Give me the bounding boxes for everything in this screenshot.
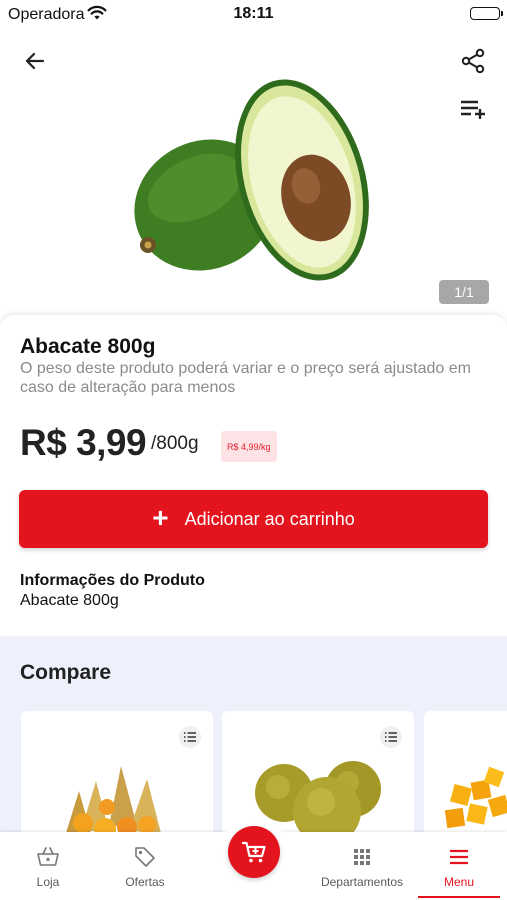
grid-icon (352, 844, 372, 870)
nav-loja[interactable]: Loja (12, 832, 84, 900)
product-title: Abacate 800g (20, 335, 156, 358)
clock: 18:11 (233, 5, 274, 22)
nav-menu-label: Menu (443, 875, 475, 889)
avocado-half (235, 79, 369, 281)
hamburger-menu-icon (448, 844, 470, 870)
weight-disclaimer: O peso deste produto poderá variar e o p… (20, 360, 471, 396)
product-info-heading: Informações do Produto (20, 572, 205, 589)
cart-button[interactable] (228, 826, 280, 878)
product-price: R$ 3,99 (20, 422, 147, 463)
status-bar: Operadora 18:11 (0, 0, 507, 30)
list-menu-button[interactable] (179, 726, 201, 748)
product-image[interactable] (0, 70, 507, 305)
list-icon (385, 732, 397, 742)
cart-icon (241, 841, 266, 863)
add-to-cart-button[interactable]: + Adicionar ao carrinho (19, 490, 488, 548)
list-menu-button[interactable] (380, 726, 402, 748)
battery-icon (470, 7, 503, 20)
nav-ofertas-label: Ofertas (125, 875, 165, 889)
image-counter: 1/1 (439, 280, 489, 304)
plus-icon: + (152, 501, 169, 533)
active-tab-indicator (418, 896, 500, 898)
nav-departamentos[interactable]: Departamentos (312, 832, 412, 900)
price-unit: /800g (151, 433, 199, 454)
tag-icon (133, 844, 157, 870)
add-to-cart-label: Adicionar ao carrinho (184, 508, 355, 529)
basket-icon (36, 844, 60, 870)
nav-departamentos-label: Departamentos (320, 875, 404, 889)
unit-price-badge: R$ 4,99/kg (221, 431, 277, 462)
product-info-text: Abacate 800g (20, 592, 119, 609)
nav-ofertas[interactable]: Ofertas (108, 832, 182, 900)
nav-loja-label: Loja (36, 875, 60, 889)
list-icon (184, 732, 196, 742)
compare-title: Compare (20, 661, 112, 684)
nav-menu[interactable]: Menu (418, 832, 500, 900)
